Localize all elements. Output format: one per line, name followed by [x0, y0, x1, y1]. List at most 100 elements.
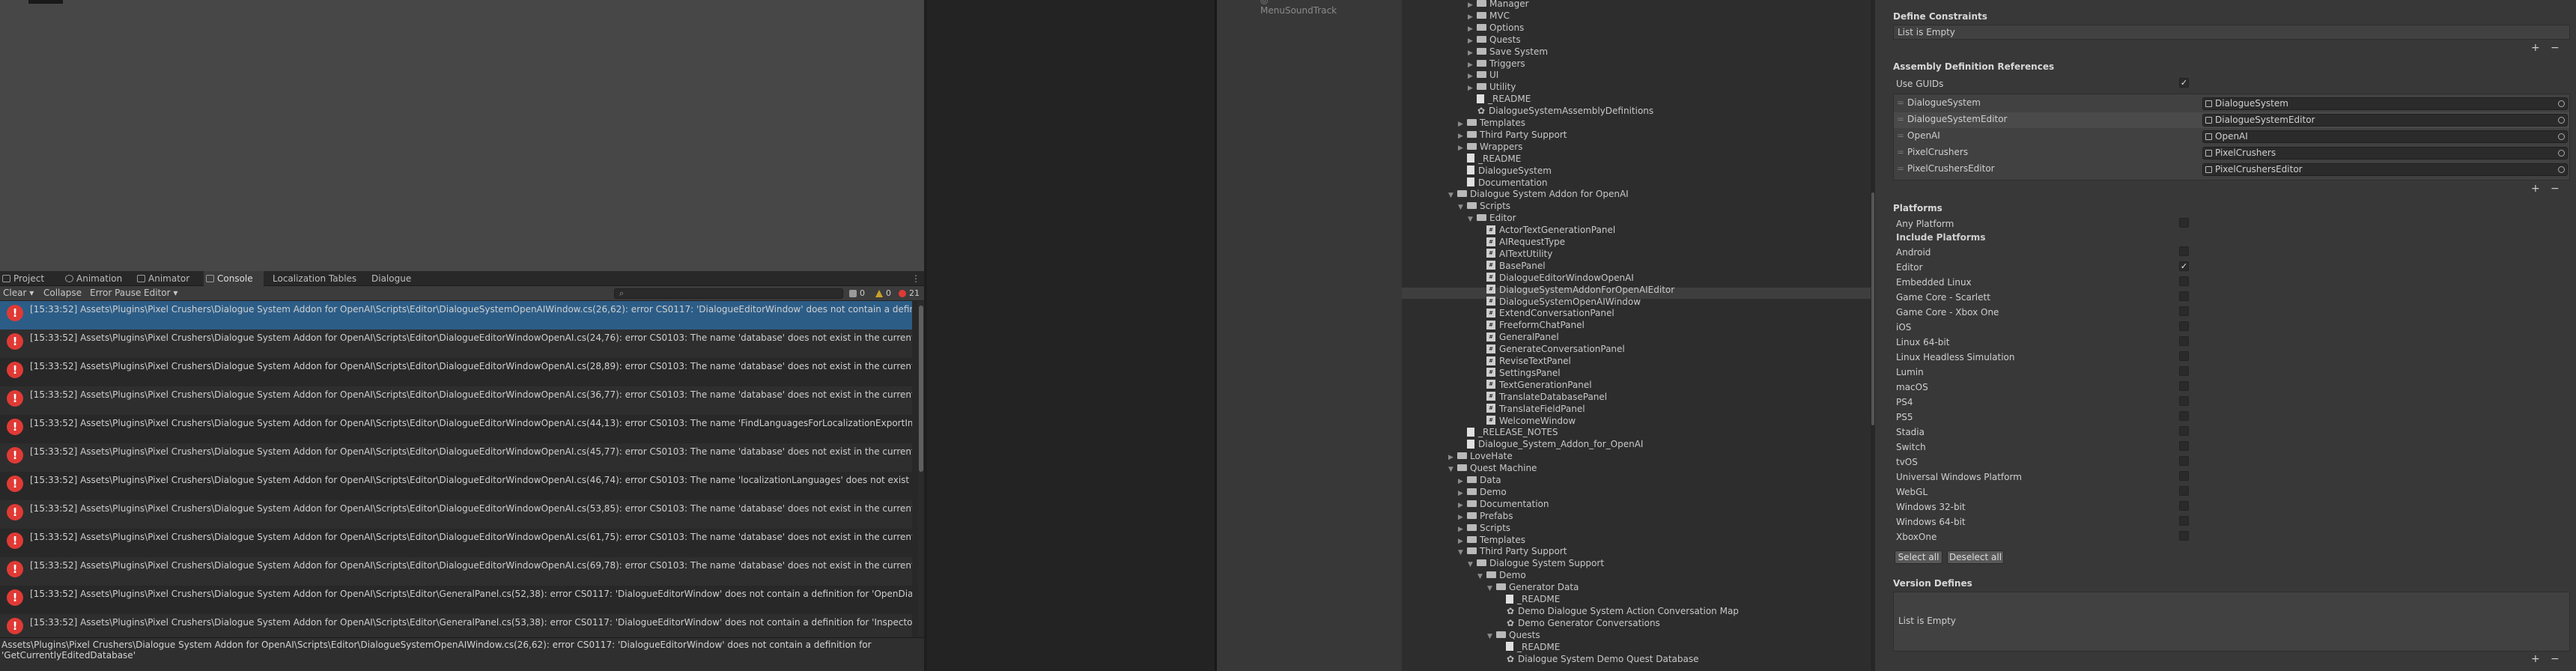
- deselect-all-button[interactable]: Deselect all: [1947, 550, 2004, 564]
- tab-animator[interactable]: Animator: [135, 271, 199, 286]
- remove-constraint-button[interactable]: −: [2551, 42, 2560, 54]
- scene-view[interactable]: [0, 0, 924, 271]
- platform-checkbox[interactable]: [2179, 531, 2189, 541]
- tree-item[interactable]: # TextGenerationPanel: [1477, 379, 1592, 391]
- platform-checkbox[interactable]: [2179, 291, 2189, 301]
- platform-checkbox[interactable]: [2179, 396, 2189, 406]
- more-menu-icon[interactable]: ⋮: [911, 272, 921, 285]
- log-entry[interactable]: ! [15:33:52] Assets\Plugins\Pixel Crusher…: [0, 386, 912, 415]
- editor-dropdown[interactable]: Editor ▾: [144, 286, 177, 300]
- platform-checkbox[interactable]: [2179, 426, 2189, 436]
- tree-item[interactable]: ▶ Wrappers: [1458, 141, 1522, 153]
- remove-version-define-button[interactable]: −: [2551, 653, 2560, 665]
- expanded-arrow-icon[interactable]: ▼: [1468, 559, 1477, 571]
- warning-count-toggle[interactable]: 0: [875, 287, 891, 300]
- tree-item[interactable]: # ReviseTextPanel: [1477, 355, 1571, 367]
- tree-item[interactable]: ▼ Generator Data: [1487, 581, 1579, 593]
- tree-item[interactable]: ▼ Quests: [1487, 629, 1540, 641]
- tree-item[interactable]: # TranslateDatabasePanel: [1477, 391, 1607, 403]
- tree-item[interactable]: _README: [1468, 93, 1531, 105]
- expanded-arrow-icon[interactable]: ▼: [1458, 547, 1467, 559]
- tree-item[interactable]: ▼ Editor: [1468, 212, 1516, 224]
- asm-ref-object-field[interactable]: DialogueSystem: [2202, 97, 2568, 110]
- platform-checkbox[interactable]: [2179, 336, 2189, 346]
- console-detail-pane[interactable]: Assets\Plugins\Pixel Crushers\Dialogue S…: [0, 637, 924, 671]
- tree-item[interactable]: ✿ DialogueSystemAssemblyDefinitions: [1468, 105, 1653, 117]
- clear-button[interactable]: Clear ▾: [3, 286, 34, 300]
- expanded-arrow-icon[interactable]: ▼: [1477, 571, 1486, 583]
- tree-item[interactable]: _README: [1497, 641, 1560, 653]
- tree-item[interactable]: _README: [1458, 153, 1521, 165]
- asm-ref-row[interactable]: = PixelCrushers PixelCrushers: [1894, 145, 2569, 161]
- platform-checkbox[interactable]: [2179, 381, 2189, 391]
- define-constraints-list[interactable]: List is Empty: [1893, 25, 2570, 40]
- asm-ref-row[interactable]: = OpenAI OpenAI: [1894, 129, 2569, 145]
- tree-item[interactable]: ▶ Options: [1468, 22, 1524, 34]
- tab-console[interactable]: Console: [204, 271, 264, 286]
- select-all-button[interactable]: Select all: [1895, 550, 1942, 564]
- platform-checkbox[interactable]: ✓: [2179, 261, 2189, 271]
- tree-item[interactable]: # TranslateFieldPanel: [1477, 403, 1585, 415]
- tree-item[interactable]: ▼ Dialogue System Support: [1468, 557, 1604, 569]
- platform-checkbox[interactable]: [2179, 456, 2189, 466]
- expanded-arrow-icon[interactable]: ▼: [1468, 213, 1477, 225]
- tree-item[interactable]: # GenerateConversationPanel: [1477, 343, 1625, 355]
- platform-checkbox[interactable]: [2179, 321, 2189, 331]
- tree-item[interactable]: ✿ Demo Dialogue System Action Conversatio…: [1497, 605, 1739, 617]
- remove-reference-button[interactable]: −: [2551, 183, 2560, 195]
- tree-item[interactable]: ▶ MVC: [1468, 10, 1510, 22]
- expanded-arrow-icon[interactable]: ▼: [1448, 189, 1457, 201]
- object-picker-icon[interactable]: [2558, 133, 2565, 140]
- asm-ref-object-field[interactable]: PixelCrushersEditor: [2202, 163, 2568, 176]
- platform-checkbox[interactable]: [2179, 411, 2189, 421]
- drag-handle-icon[interactable]: =: [1897, 130, 1904, 141]
- asm-ref-object-field[interactable]: OpenAI: [2202, 130, 2568, 143]
- tree-item[interactable]: Documentation: [1458, 177, 1548, 189]
- tree-item[interactable]: ✿ Dialogue System Demo Quest Database: [1497, 653, 1699, 665]
- log-entry[interactable]: ! [15:33:52] Assets\Plugins\Pixel Crusher…: [0, 358, 912, 386]
- add-reference-button[interactable]: +: [2531, 183, 2540, 195]
- tab-dialogue[interactable]: Dialogue: [362, 271, 422, 286]
- asm-ref-row[interactable]: = DialogueSystemEditor DialogueSystemEdito…: [1894, 112, 2569, 128]
- platform-checkbox[interactable]: [2179, 486, 2189, 496]
- tab-localization-tables[interactable]: Localization Tables: [264, 271, 361, 286]
- tree-item[interactable]: ▶ LoveHate: [1448, 450, 1513, 462]
- tree-item[interactable]: # AITextUtility: [1477, 248, 1552, 260]
- panel-splitter[interactable]: [1215, 0, 1217, 671]
- tab-project[interactable]: Project: [0, 271, 49, 286]
- object-picker-icon[interactable]: [2558, 150, 2565, 157]
- platform-checkbox[interactable]: [2179, 306, 2189, 316]
- tree-item[interactable]: # AIRequestType: [1477, 236, 1565, 248]
- tree-item[interactable]: ▶ Prefabs: [1458, 510, 1513, 522]
- add-version-define-button[interactable]: +: [2531, 653, 2540, 665]
- tree-item[interactable]: ▶ Quests: [1468, 34, 1521, 46]
- tree-item[interactable]: ▶ Templates: [1458, 117, 1525, 129]
- tree-item[interactable]: Dialogue_System_Addon_for_OpenAI: [1458, 438, 1643, 450]
- drag-handle-icon[interactable]: =: [1897, 97, 1904, 108]
- object-picker-icon[interactable]: [2558, 100, 2565, 107]
- version-defines-list[interactable]: List is Empty: [1893, 592, 2570, 652]
- platform-checkbox[interactable]: [2179, 366, 2189, 376]
- log-entry[interactable]: ! [15:33:52] Assets\Plugins\Pixel Crusher…: [0, 415, 912, 443]
- log-entry[interactable]: ! [15:33:52] Assets\Plugins\Pixel Crusher…: [0, 330, 912, 358]
- platform-checkbox[interactable]: [2179, 276, 2189, 286]
- asm-ref-row[interactable]: = PixelCrushersEditor PixelCrushersEditor: [1894, 162, 2569, 177]
- log-entry[interactable]: ! [15:33:52] Assets\Plugins\Pixel Crusher…: [0, 529, 912, 557]
- tree-item[interactable]: _RELEASE_NOTES: [1458, 426, 1558, 438]
- platform-checkbox[interactable]: [2179, 516, 2189, 526]
- log-entry[interactable]: ! [15:33:52] Assets\Plugins\Pixel Crusher…: [0, 500, 912, 529]
- tree-item[interactable]: ▶ Save System: [1468, 46, 1548, 58]
- error-pause-button[interactable]: Error Pause: [90, 286, 141, 300]
- platform-checkbox[interactable]: [2179, 501, 2189, 511]
- object-picker-icon[interactable]: [2558, 166, 2565, 173]
- asm-ref-object-field[interactable]: DialogueSystemEditor: [2202, 114, 2568, 127]
- tree-item[interactable]: # ExtendConversationPanel: [1477, 307, 1614, 319]
- tree-item[interactable]: # GeneralPanel: [1477, 331, 1559, 343]
- log-entry[interactable]: ! [15:33:52] Assets\Plugins\Pixel Crusher…: [0, 586, 912, 614]
- info-count-toggle[interactable]: 0: [848, 287, 865, 300]
- log-entry[interactable]: ! [15:33:52] Assets\Plugins\Pixel Crusher…: [0, 614, 912, 637]
- tree-item[interactable]: ▼ Quest Machine: [1448, 462, 1537, 474]
- use-guids-checkbox[interactable]: ✓: [2179, 78, 2189, 88]
- any-platform-checkbox[interactable]: [2179, 218, 2189, 228]
- tree-item[interactable]: ✿ Demo Generator Conversations: [1497, 617, 1660, 629]
